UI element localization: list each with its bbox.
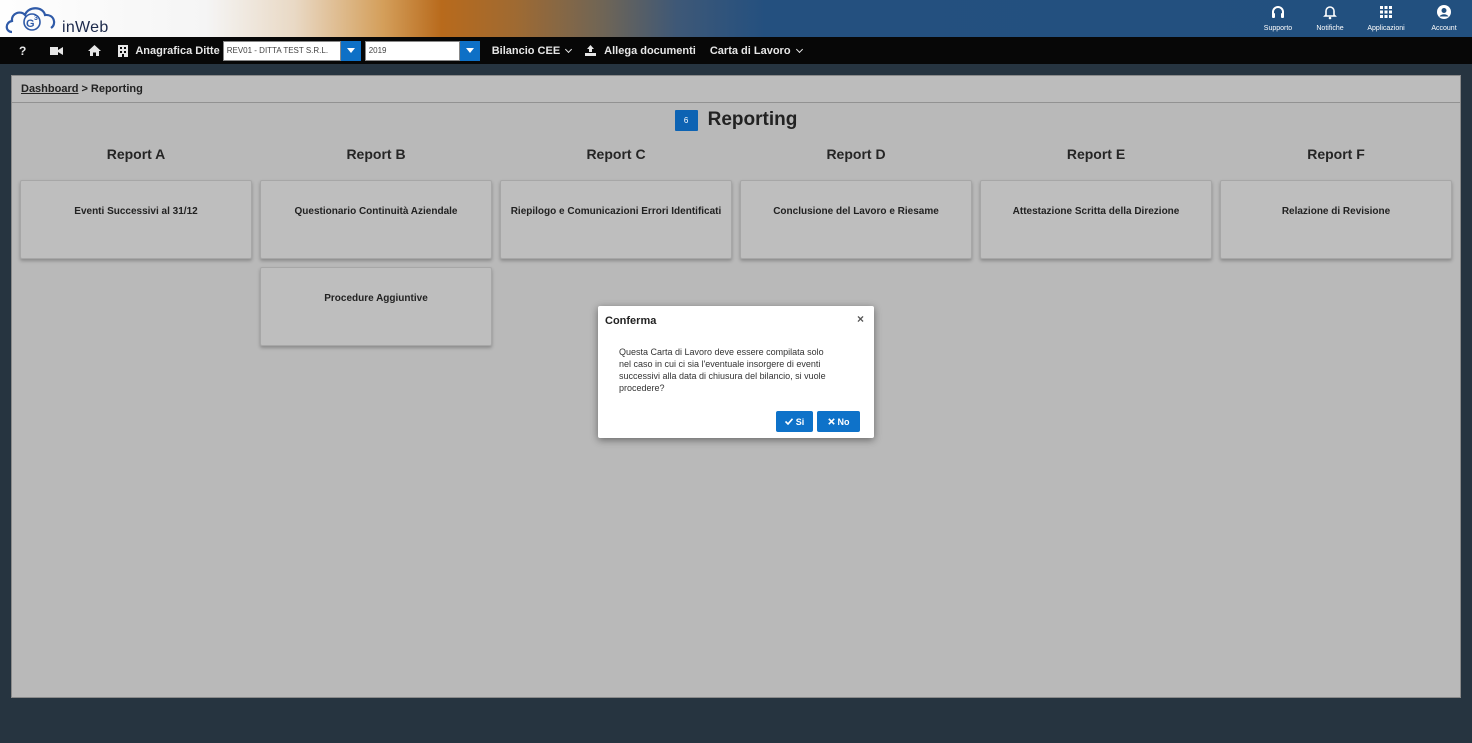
close-icon[interactable]: × xyxy=(857,312,864,326)
dialog-message-line: Questa Carta di Lavoro deve essere compi… xyxy=(619,347,824,357)
dialog-message-line: nel caso in cui ci sia l'eventuale insor… xyxy=(619,359,821,369)
check-icon xyxy=(784,418,793,425)
x-icon xyxy=(827,418,835,425)
confirm-no-button[interactable]: No xyxy=(817,411,860,432)
dialog-message-line: procedere? xyxy=(619,383,665,393)
dialog-buttons: Si No xyxy=(776,411,860,432)
confirm-dialog: Conferma × Questa Carta di Lavoro deve e… xyxy=(598,306,874,438)
confirm-yes-label: Si xyxy=(795,416,805,427)
dialog-message-line: successivi alla data di chiusura del bil… xyxy=(619,371,826,381)
confirm-no-label: No xyxy=(837,416,850,427)
dialog-title: Conferma xyxy=(605,315,657,327)
confirm-yes-button[interactable]: Si xyxy=(776,411,813,432)
dialog-message: Questa Carta di Lavoro deve essere compi… xyxy=(619,346,851,394)
